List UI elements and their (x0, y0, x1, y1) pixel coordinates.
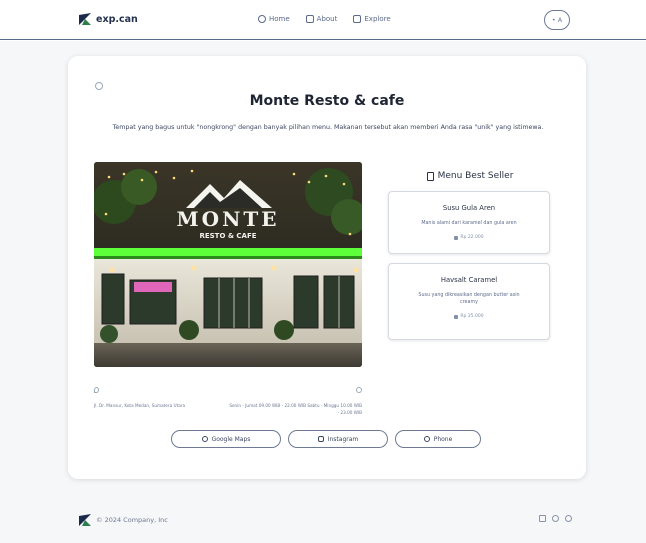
restaurant-card: Monte Resto & cafe Tempat yang bagus unt… (68, 56, 586, 479)
brand-name: exp.can (96, 13, 138, 25)
hours-text: Senin - Jumat 09.00 WIB - 22.00 WIB Sabt… (229, 403, 362, 415)
main-nav: Home About Explore (258, 15, 391, 23)
info-icon (305, 15, 314, 23)
menu-item-price: Rp 22.000 (389, 235, 549, 240)
menu-item-card[interactable]: Susu Gula Aren Manis alami dari karamel … (388, 191, 550, 254)
nav-home-label: Home (269, 15, 290, 23)
price-tag-icon (454, 314, 459, 319)
restaurant-title: Monte Resto & cafe (249, 93, 405, 109)
hours-block: Senin - Jumat 09.00 WIB - 22.00 WIB Sabt… (228, 378, 362, 416)
nav-explore[interactable]: Explore (353, 15, 391, 23)
map-pin-icon (94, 387, 99, 393)
price-tag-icon (454, 235, 459, 240)
phone-icon (423, 436, 430, 442)
clock-icon (356, 387, 362, 393)
nav-home[interactable]: Home (258, 15, 290, 23)
best-seller-heading: Menu Best Seller (386, 171, 554, 181)
language-toggle[interactable]: • A (544, 10, 570, 30)
menu-item-price-text: Rp 25.000 (460, 314, 484, 319)
brand-logo[interactable]: exp.can (78, 12, 138, 26)
restaurant-photo-illustration: MONTE RESTO & CAFE (94, 162, 362, 367)
instagram-label: Instagram (327, 435, 359, 443)
contact-buttons: Google Maps Instagram Phone (171, 430, 481, 448)
footer-social-icons (539, 515, 572, 522)
footer-copyright: © 2024 Company, Inc (96, 516, 168, 524)
menu-item-price-text: Rp 22.000 (460, 235, 484, 240)
address-text: Jl. Dr. Mansur, Kota Medan, Sumatera Uta… (94, 403, 186, 408)
location-badge-icon (95, 82, 103, 90)
nav-about[interactable]: About (305, 15, 338, 23)
phone-button[interactable]: Phone (395, 430, 481, 448)
restaurant-photo: MONTE RESTO & CAFE (94, 162, 362, 367)
explore-icon (353, 15, 362, 23)
restaurant-description: Tempat yang bagus untuk "nongkrong" deng… (112, 124, 544, 131)
phone-label: Phone (433, 435, 453, 443)
brand-mark-icon (79, 514, 91, 526)
restaurant-sign-text: MONTE (177, 207, 280, 231)
whatsapp-icon[interactable] (565, 515, 572, 522)
footer-brand: © 2024 Company, Inc (78, 513, 168, 527)
top-navbar: exp.can Home About Explore • A (0, 0, 646, 40)
brand-mark-icon (79, 13, 91, 25)
facebook-icon[interactable] (552, 515, 559, 522)
google-maps-button[interactable]: Google Maps (171, 430, 281, 448)
svg-text:RESTO & CAFE: RESTO & CAFE (199, 232, 256, 240)
menu-item-name: Susu Gula Aren (442, 204, 496, 212)
menu-item-description: Susu yang dikreasikan dengan butter asin… (418, 293, 520, 305)
address-block: Jl. Dr. Mansur, Kota Medan, Sumatera Uta… (94, 378, 224, 409)
nav-explore-label: Explore (364, 15, 391, 23)
nav-about-label: About (316, 15, 338, 23)
menu-item-description: Manis alami dari karamel dan gula aren (421, 221, 517, 226)
menu-item-price: Rp 25.000 (389, 314, 549, 319)
menu-item-name: Havsalt Caramel (440, 276, 498, 284)
instagram-icon (317, 436, 324, 442)
instagram-icon[interactable] (539, 515, 546, 522)
menu-item-card[interactable]: Havsalt Caramel Susu yang dikreasikan de… (388, 263, 550, 340)
map-pin-icon (201, 436, 208, 442)
home-icon (258, 15, 266, 23)
best-seller-heading-text: Menu Best Seller (437, 171, 514, 181)
menu-document-icon (426, 171, 434, 181)
google-maps-label: Google Maps (211, 435, 251, 443)
instagram-button[interactable]: Instagram (288, 430, 388, 448)
